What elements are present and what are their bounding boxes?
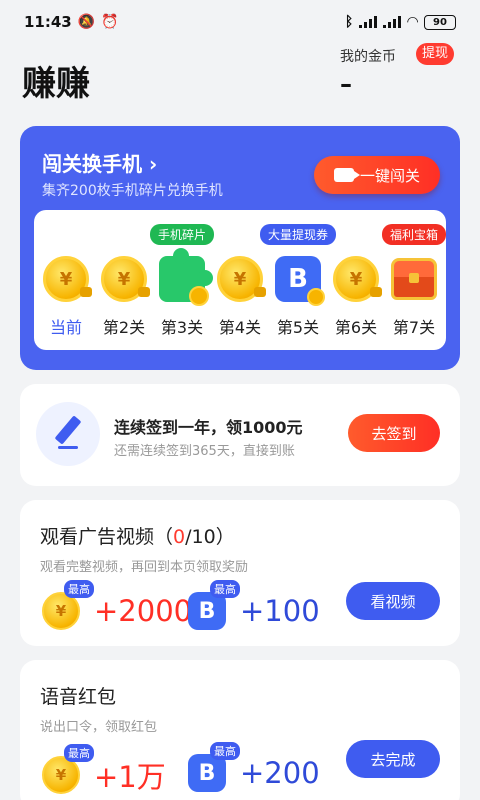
video-camera-icon [333,168,360,182]
watch-video-button[interactable]: 看视频 [346,582,440,620]
max-badge: 最高 [64,744,94,762]
level-challenge-card: 闯关换手机 › 集齐200枚手机碎片兑换手机 一键闯关 ¥ 当前 ¥ 第2关 手… [20,126,460,370]
one-click-challenge-label: 一键闯关 [359,166,420,185]
level-tag: 福利宝箱 [381,224,447,245]
video-count: 0 [173,526,186,548]
level-tag: 大量提现券 [259,224,337,245]
complete-task-button[interactable]: 去完成 [346,740,440,778]
level-item[interactable]: ¥ 第6关 [328,210,384,350]
level-name: 第4关 [218,318,262,337]
coin-balance: – [340,70,352,98]
puzzle-icon [159,248,213,306]
treasure-chest-icon [391,256,437,302]
level-tag: 手机碎片 [149,224,215,245]
level-item[interactable]: 大量提现券 B 第5关 [259,210,337,350]
challenge-title-link[interactable]: 闯关换手机 › [42,148,157,177]
bluetooth-icon: ᛒ [344,14,354,30]
signal-icon [359,16,378,28]
coin-reward: ¥ 最高 +2000 [42,580,193,630]
watch-video-card: 观看广告视频（0/10） 观看完整视频，再回到本页领取奖励 ¥ 最高 +2000 … [20,500,460,646]
challenge-subtitle: 集齐200枚手机碎片兑换手机 [42,183,223,199]
wifi-icon: ◠ [407,14,418,30]
withdraw-button[interactable]: 提现 [416,43,455,65]
coin-icon: ¥ [43,256,92,302]
voice-task-subtitle: 说出口令，领取红包 [40,720,158,735]
coin-icon: ¥ [101,256,150,302]
max-badge: 最高 [210,742,240,760]
coin-reward: ¥ 最高 +1万 [42,744,166,796]
mute-icon: 🔕 [77,14,96,30]
ticket-reward-value: +200 [240,756,320,790]
coin-reward-value: +1万 [94,760,166,794]
voice-task-title: 语音红包 [40,686,117,708]
page-title: 赚赚 [22,64,90,104]
my-coins-label: 我的金币 [340,49,396,65]
sign-in-button[interactable]: 去签到 [348,414,440,452]
page-header: 赚赚 我的金币 提现 – [0,43,480,120]
level-name: 第6关 [334,318,378,337]
level-name: 第7关 [392,318,436,337]
signal-icon-2 [383,16,402,28]
ticket-icon: B [275,256,325,306]
sign-in-subtitle: 还需连续签到365天，直接到账 [114,444,295,459]
max-badge: 最高 [210,580,240,598]
level-name: 第5关 [276,318,320,337]
voice-red-packet-card: 语音红包 说出口令，领取红包 ¥ 最高 +1万 B 最高 +200 去完成 [20,660,460,800]
ticket-reward-value: +100 [240,594,320,628]
battery-icon: 90 [424,14,456,30]
sign-in-title: 连续签到一年，领1000元 [114,418,303,437]
ticket-reward: B 最高 +100 [188,580,320,630]
level-track: ¥ 当前 ¥ 第2关 手机碎片 第3关 ¥ 第4关 大量提现券 B 第5关 ¥ … [34,210,447,350]
level-item[interactable]: 福利宝箱 第7关 [381,210,447,350]
one-click-challenge-button[interactable]: 一键闯关 [314,156,440,194]
status-time: 11:43 [24,13,72,31]
coin-icon: ¥ [217,256,266,302]
coin-reward-value: +2000 [94,594,193,628]
level-name: 第2关 [102,318,146,337]
video-task-title: 观看广告视频（0/10） [40,526,235,548]
video-task-subtitle: 观看完整视频，再回到本页领取奖励 [40,560,249,575]
level-item[interactable]: 手机碎片 第3关 [149,210,215,350]
status-bar: 11:43 🔕 ⏰ ᛒ ◠ 90 [0,0,480,44]
sign-in-card: 连续签到一年，领1000元 还需连续签到365天，直接到账 去签到 [20,384,460,486]
level-name: 第3关 [160,318,204,337]
alarm-icon: ⏰ [101,14,119,30]
level-item[interactable]: ¥ 第2关 [96,210,152,350]
level-item[interactable]: ¥ 当前 [38,210,94,350]
max-badge: 最高 [64,580,94,598]
coin-icon: ¥ [333,256,382,302]
pen-icon [36,402,100,466]
ticket-reward: B 最高 +200 [188,742,320,792]
level-name: 当前 [49,318,82,337]
